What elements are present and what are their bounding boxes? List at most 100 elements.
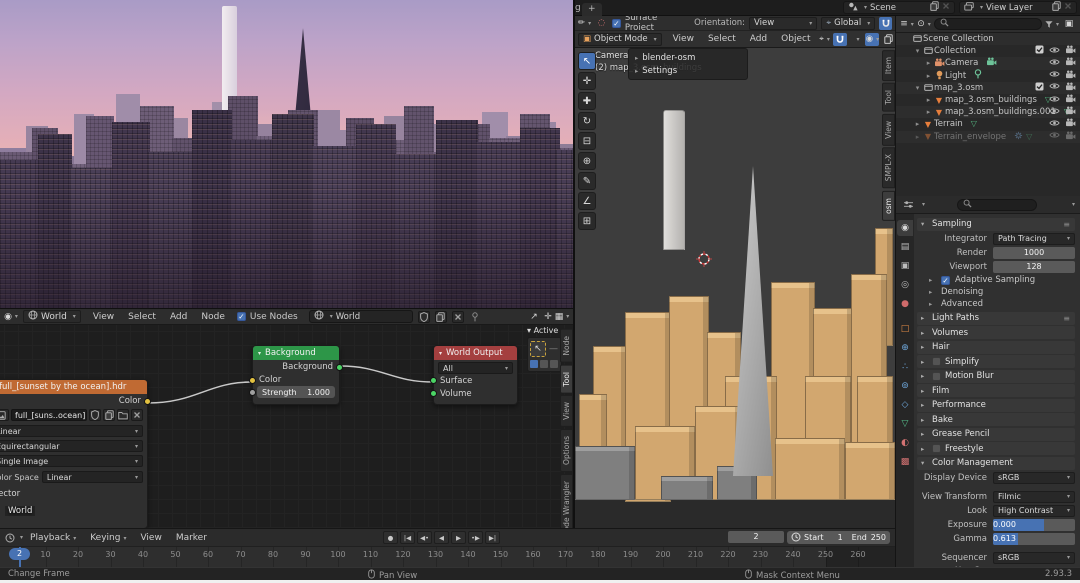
workspace-tab-partial[interactable]: g [575, 3, 582, 13]
properties-tab-data[interactable]: ▽ [897, 416, 913, 432]
prop-widget[interactable]: 0.613 [993, 533, 1075, 545]
panel-item-settings[interactable]: ▸Settings [629, 64, 747, 77]
timeline-menu-keying[interactable]: Keying▾ [83, 533, 133, 543]
interpolation-dropdown[interactable]: Linear▾ [0, 425, 143, 437]
color-input-socket[interactable] [249, 377, 256, 384]
timeline-menu-playback[interactable]: Playback▾ [23, 533, 83, 543]
section-film[interactable]: ▸Film [917, 384, 1075, 397]
timeline-menu-marker[interactable]: Marker [169, 533, 214, 543]
node-canvas[interactable]: ▾ full_[sunset by the ocean].hdr Color f… [0, 325, 573, 529]
sub-advanced[interactable]: ▸Advanced [917, 298, 1075, 310]
select-mode-buttons[interactable] [530, 360, 559, 368]
eye-visibility-icon[interactable] [1049, 58, 1060, 69]
eye-visibility-icon[interactable] [1049, 95, 1060, 106]
play-reverse-button[interactable]: ◀ [434, 531, 449, 544]
camera-visibility-icon[interactable] [1065, 45, 1076, 57]
prop-widget[interactable]: High Contrast▾ [993, 505, 1075, 517]
active-tool-icon[interactable]: ✏▾ [578, 17, 591, 30]
properties-options-icon[interactable]: ▾ [1072, 201, 1075, 208]
properties-tab-render[interactable]: ◉ [897, 220, 913, 236]
properties-tab-physics[interactable]: ⊚ [897, 378, 913, 394]
editor-type-icon[interactable] [901, 198, 915, 211]
editor-type-icon[interactable] [3, 531, 17, 544]
outliner-filter-objects-icon[interactable]: ⊙▾ [917, 18, 931, 31]
timeline-ruler[interactable]: 2 10203040506070809010011012013014015016… [0, 547, 895, 567]
background-output-socket[interactable] [336, 364, 343, 371]
scale-tool[interactable]: ⊟ [578, 132, 596, 150]
unlink-button[interactable] [452, 311, 464, 323]
camera-visibility-icon[interactable] [1065, 118, 1076, 130]
camera-visibility-icon[interactable] [1065, 70, 1076, 82]
prop-widget[interactable]: sRGB▾ [993, 472, 1075, 484]
shader-menu-node[interactable]: Node [194, 312, 232, 322]
orientation-dropdown[interactable]: View▾ [749, 17, 817, 30]
camera-visibility-icon[interactable] [1065, 57, 1076, 69]
tab-view[interactable]: View [560, 395, 573, 427]
open-image-button[interactable] [117, 409, 129, 421]
sub-denoising[interactable]: ▸Denoising [917, 286, 1075, 298]
properties-tab-modifiers[interactable]: ⊕ [897, 340, 913, 356]
osm-building[interactable] [661, 476, 713, 500]
section-volumes[interactable]: ▸Volumes [917, 326, 1075, 339]
delete-view-layer-icon[interactable] [1064, 2, 1072, 13]
measure-tool[interactable]: ∠ [578, 192, 596, 210]
overlay-options-icon[interactable]: ▦▾ [555, 310, 569, 323]
new-scene-icon[interactable] [930, 1, 939, 14]
add-cube-tool[interactable]: ⊞ [578, 212, 596, 230]
cursor-tool-icon[interactable]: ◌ [595, 17, 608, 30]
strength-field[interactable]: Strength 1.000 [257, 386, 335, 398]
snap-magnet-icon[interactable] [879, 17, 892, 30]
editor-divider[interactable] [573, 0, 575, 528]
outliner-row-collection[interactable]: ▾Collection [896, 45, 1080, 57]
scene-selector[interactable]: ▾ Scene [843, 1, 955, 14]
shader-menu-select[interactable]: Select [121, 312, 163, 322]
properties-search-input[interactable] [957, 199, 1037, 211]
annotate-tool[interactable]: ✎ [578, 172, 596, 190]
outliner-row-light[interactable]: ▸Light [896, 70, 1080, 82]
volume-input-socket[interactable] [430, 390, 437, 397]
tweak-tool-icon[interactable]: ↖ [530, 341, 546, 357]
camera-visibility-icon[interactable] [1065, 131, 1076, 143]
strength-input-socket[interactable] [249, 389, 256, 396]
disclosure-closed-icon[interactable]: ▸ [924, 108, 933, 116]
prop-widget[interactable]: Filmic▾ [993, 491, 1075, 503]
sub-checkbox[interactable]: ✓ [941, 276, 950, 285]
section-grease-pencil[interactable]: ▸Grease Pencil [917, 428, 1075, 441]
eye-visibility-icon[interactable] [1049, 131, 1060, 142]
snap-options-icon[interactable]: ▾ [849, 33, 863, 46]
prop-widget[interactable]: 128 [993, 261, 1075, 273]
jump-to-start-button[interactable]: |◀ [400, 531, 415, 544]
viewport-menu-add[interactable]: Add [743, 34, 774, 44]
unlink-image-button[interactable] [131, 409, 143, 421]
prop-widget[interactable]: 1000 [993, 247, 1075, 259]
tab-node[interactable]: Node [560, 329, 573, 363]
disclosure-open-icon[interactable]: ▾ [913, 84, 922, 92]
tab-item[interactable]: Item [882, 50, 895, 81]
outliner-display-mode-icon[interactable]: ≡▾ [900, 18, 914, 31]
copy-image-button[interactable] [103, 409, 115, 421]
prop-widget[interactable]: 0.000 [993, 519, 1075, 531]
preset-list-icon[interactable]: ≡ [1063, 220, 1071, 229]
section-sampling[interactable]: ▾Sampling≡ [917, 218, 1075, 231]
properties-tab-scene[interactable]: ◎ [897, 277, 913, 293]
surface-project-toggle[interactable]: ✓ Surface Project [612, 16, 682, 31]
section-checkbox[interactable] [932, 357, 941, 366]
mode-dropdown[interactable]: ▣ Object Mode▾ [578, 33, 662, 46]
outliner-row-scene-collection[interactable]: Scene Collection [896, 33, 1080, 45]
pivot-point-icon[interactable]: ⌖▾ [817, 33, 831, 46]
frame-range-fields[interactable]: Start 1 End 250 [787, 531, 890, 544]
parent-node-tree-icon[interactable]: ↗ [527, 310, 541, 323]
properties-tab-constraints[interactable]: ◇ [897, 397, 913, 413]
sub-adaptive-sampling[interactable]: ▸✓Adaptive Sampling [917, 274, 1075, 286]
osm-building[interactable] [845, 442, 895, 500]
colorspace-dropdown[interactable]: Linear▾ [42, 471, 143, 483]
background-node[interactable]: ▾ Background Background Color Strength 1… [252, 345, 340, 405]
section-checkbox[interactable] [932, 372, 941, 381]
end-value[interactable]: 250 [870, 533, 886, 542]
tab-view[interactable]: View [882, 114, 895, 146]
outliner-row-camera[interactable]: ▸Camera [896, 57, 1080, 69]
transform-tool[interactable]: ⊕ [578, 152, 596, 170]
tab-smpl-x[interactable]: SMPL-X [882, 147, 895, 188]
cursor-tool[interactable]: ✛ [578, 72, 596, 90]
disclosure-open-icon[interactable]: ▾ [913, 47, 922, 55]
